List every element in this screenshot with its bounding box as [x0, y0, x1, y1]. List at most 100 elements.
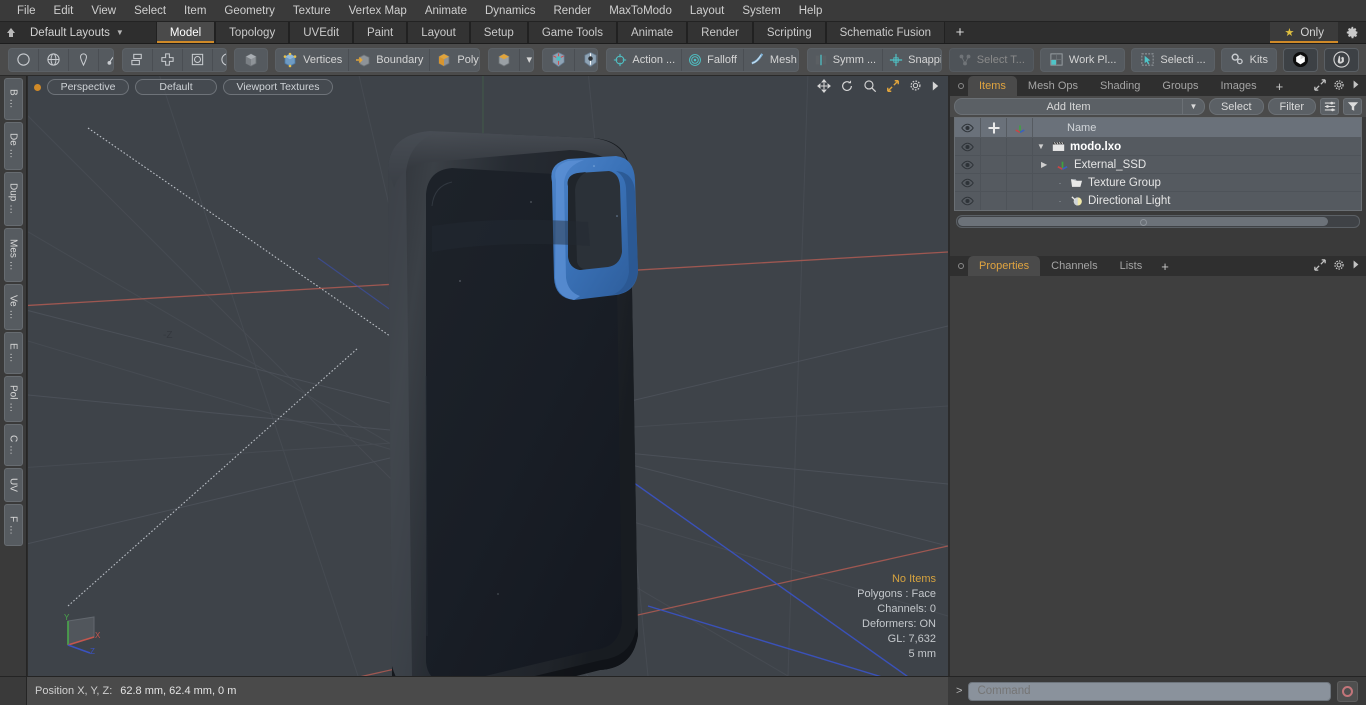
fit-view-icon[interactable]: [886, 79, 900, 96]
tab-properties[interactable]: Properties: [968, 256, 1041, 276]
falloff-center-toggle-icon[interactable]: [575, 49, 598, 71]
viewport-3d[interactable]: -Z Perspective Default Viewport Textures…: [28, 76, 948, 676]
tab-items[interactable]: Items: [968, 76, 1017, 96]
tab-setup[interactable]: Setup: [469, 22, 528, 43]
add-item-dropdown[interactable]: Add Item ▼: [954, 98, 1205, 115]
globe-tool-icon[interactable]: [39, 48, 69, 71]
tab-mesh-ops[interactable]: Mesh Ops: [1017, 76, 1089, 96]
row-visibility-eye-icon[interactable]: [955, 192, 981, 210]
tab-game-tools[interactable]: Game Tools: [527, 22, 617, 43]
row-lock-cell[interactable]: [981, 174, 1007, 191]
default-layouts-dropdown[interactable]: Default Layouts ▼: [22, 22, 134, 43]
row-transform-cell[interactable]: [1007, 174, 1033, 191]
add-panel-tab-button[interactable]: +: [1268, 76, 1292, 96]
vtab-curve[interactable]: C …: [3, 424, 23, 466]
menu-item-vertex-map[interactable]: Vertex Map: [340, 0, 416, 22]
vtab-vertex[interactable]: Ve …: [3, 284, 23, 330]
col-transform-axis-icon[interactable]: [1007, 118, 1033, 137]
tab-animate[interactable]: Animate: [616, 22, 688, 43]
col-visibility-eye-icon[interactable]: [955, 118, 981, 137]
mode-dropdown-caret-icon[interactable]: ▾: [520, 49, 533, 71]
row-name-texture-group[interactable]: · Texture Group: [1033, 174, 1361, 191]
only-toggle-button[interactable]: ★ Only: [1270, 22, 1338, 43]
unreal-engine-button[interactable]: [1323, 47, 1359, 72]
row-visibility-eye-icon[interactable]: [955, 174, 981, 191]
filter-button[interactable]: Filter: [1267, 98, 1316, 115]
vtab-polygon[interactable]: Pol …: [3, 376, 23, 422]
properties-chevron-right-icon[interactable]: [1352, 259, 1360, 273]
cube-mode-button[interactable]: [234, 47, 269, 72]
mesh-constraint-button[interactable]: Mesh C ...: [744, 49, 798, 71]
work-plane-button[interactable]: Work Pl...: [1039, 47, 1126, 72]
row-name-scene[interactable]: ▼ modo.lxo: [1033, 138, 1361, 155]
properties-gear-icon[interactable]: [1333, 259, 1345, 274]
row-lock-cell[interactable]: [981, 156, 1007, 173]
mode-polygons[interactable]: Polygons: [430, 49, 479, 71]
twisty-expanded-icon[interactable]: ▼: [1037, 142, 1047, 151]
mode-vertices[interactable]: Vertices: [276, 48, 350, 71]
row-lock-cell[interactable]: [981, 138, 1007, 155]
dial-tool-icon[interactable]: [213, 49, 227, 71]
filter-funnel-icon[interactable]: [1343, 98, 1362, 115]
tab-channels[interactable]: Channels: [1040, 256, 1108, 276]
expand-panel-icon[interactable]: [1314, 78, 1326, 94]
col-lock-icon[interactable]: [981, 118, 1007, 137]
row-lock-cell[interactable]: [981, 192, 1007, 210]
curve-tool-icon[interactable]: [99, 49, 113, 71]
table-row[interactable]: ▶ External_SSD: [955, 156, 1361, 174]
snapping-button[interactable]: Snapping: [883, 49, 941, 71]
tab-paint[interactable]: Paint: [353, 22, 408, 43]
menu-item-render[interactable]: Render: [544, 0, 600, 22]
menu-item-view[interactable]: View: [82, 0, 125, 22]
action-center-button[interactable]: Action ...: [607, 48, 683, 71]
kits-button[interactable]: Kits: [1220, 47, 1277, 72]
tab-shading[interactable]: Shading: [1089, 76, 1151, 96]
items-panel-gear-icon[interactable]: [1333, 79, 1345, 94]
menu-item-dynamics[interactable]: Dynamics: [476, 0, 544, 22]
menu-item-texture[interactable]: Texture: [284, 0, 340, 22]
bound-tool-icon[interactable]: [183, 48, 213, 71]
circle-tool-icon[interactable]: [9, 48, 39, 71]
tab-scripting[interactable]: Scripting: [752, 22, 826, 43]
vtab-basic[interactable]: B …: [3, 78, 23, 120]
add-item-chevron-down-icon[interactable]: ▼: [1181, 99, 1204, 114]
row-transform-cell[interactable]: [1007, 138, 1033, 155]
menu-item-system[interactable]: System: [733, 0, 789, 22]
select-button[interactable]: Select: [1208, 98, 1264, 115]
menu-item-file[interactable]: File: [8, 0, 45, 22]
viewport-gear-icon[interactable]: [909, 79, 922, 95]
row-transform-cell[interactable]: [1007, 192, 1033, 210]
pen-tool-icon[interactable]: [69, 48, 99, 71]
table-row[interactable]: · Texture Group: [955, 174, 1361, 192]
center-tool-icon[interactable]: [153, 48, 183, 71]
layout-settings-gear-icon[interactable]: [1338, 22, 1366, 43]
expand-properties-icon[interactable]: [1314, 258, 1326, 274]
vtab-duplicate[interactable]: Dup …: [3, 172, 23, 226]
select-through-button[interactable]: Select T...: [948, 47, 1034, 72]
mode-boundary[interactable]: Boundary: [349, 48, 431, 71]
command-input[interactable]: [968, 681, 1331, 701]
menu-item-select[interactable]: Select: [125, 0, 175, 22]
tab-layout[interactable]: Layout: [407, 22, 470, 43]
cube-mode-alt-icon[interactable]: [489, 48, 520, 71]
tab-topology[interactable]: Topology: [215, 22, 290, 43]
menu-item-help[interactable]: Help: [790, 0, 832, 22]
list-options-icon[interactable]: [1320, 98, 1339, 115]
viewport-shading-chip[interactable]: Default: [135, 79, 217, 95]
row-visibility-eye-icon[interactable]: [955, 138, 981, 155]
action-center-toggle-icon[interactable]: [543, 48, 575, 71]
zoom-icon[interactable]: [863, 79, 877, 96]
tab-lists[interactable]: Lists: [1109, 256, 1154, 276]
table-row[interactable]: ▼ modo.lxo: [955, 138, 1361, 156]
rotate-icon[interactable]: [840, 79, 854, 96]
row-transform-cell[interactable]: [1007, 156, 1033, 173]
viewport-canvas[interactable]: -Z: [28, 76, 948, 676]
menu-item-edit[interactable]: Edit: [45, 0, 83, 22]
vtab-mesh-edit[interactable]: Mes …: [3, 228, 23, 282]
chevron-right-icon[interactable]: [931, 80, 940, 95]
row-name-external-ssd[interactable]: ▶ External_SSD: [1033, 156, 1361, 173]
menu-item-animate[interactable]: Animate: [416, 0, 476, 22]
vtab-fusion[interactable]: F …: [3, 504, 23, 546]
twisty-collapsed-icon[interactable]: ▶: [1041, 160, 1051, 169]
viewport-textures-chip[interactable]: Viewport Textures: [223, 79, 333, 95]
